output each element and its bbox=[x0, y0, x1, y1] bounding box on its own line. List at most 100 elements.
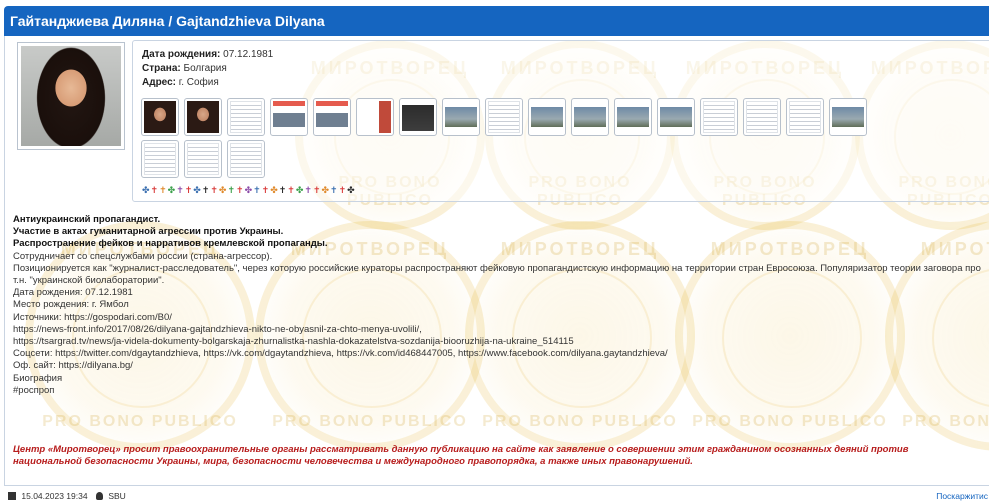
flag-icon: ✤ bbox=[270, 185, 278, 195]
description-line: Оф. сайт: https://dilyana.bg/ bbox=[13, 360, 133, 372]
page: Гайтанджиева Диляна / Gajtandzhieva Dily… bbox=[0, 0, 989, 504]
flag-icon: ✝ bbox=[210, 185, 218, 195]
page-title: Гайтанджиева Диляна / Gajtandzhieva Dily… bbox=[4, 6, 989, 36]
address-value: г. София bbox=[178, 77, 219, 88]
flag-icon: ✝ bbox=[278, 185, 287, 195]
flag-icon: ✝ bbox=[261, 185, 270, 195]
flag-icon: ✝ bbox=[253, 185, 261, 195]
gallery-thumbnail[interactable] bbox=[184, 98, 222, 136]
profile-photo[interactable] bbox=[17, 42, 125, 150]
thumbnail-image bbox=[359, 101, 391, 133]
watermark-bottom-text: PRO BONO PUBLICO bbox=[482, 413, 678, 430]
address-row: Адрес: г. София bbox=[142, 77, 219, 89]
thumbnail-gallery bbox=[141, 98, 989, 182]
gallery-thumbnail[interactable] bbox=[485, 98, 523, 136]
thumbnail-image bbox=[273, 101, 305, 133]
flag-icon: ✤ bbox=[244, 185, 253, 195]
complain-link[interactable]: Поскаржитис bbox=[936, 490, 988, 502]
gallery-thumbnail[interactable] bbox=[571, 98, 609, 136]
thumbnail-image bbox=[660, 101, 692, 133]
description-line: https://tsargrad.tv/news/ja-videla-dokum… bbox=[13, 336, 574, 348]
flag-icon: ✝ bbox=[236, 185, 244, 195]
gallery-thumbnail[interactable] bbox=[743, 98, 781, 136]
description-line: Место рождения: г. Ямбол bbox=[13, 299, 129, 311]
flag-icon: ✝ bbox=[201, 185, 210, 195]
flag-icon: ✤ bbox=[218, 185, 227, 195]
flag-icon: ✝ bbox=[150, 185, 159, 195]
flag-icon: ✝ bbox=[304, 185, 312, 195]
country-value: Болгария bbox=[183, 63, 227, 74]
birth-date-value: 07.12.1981 bbox=[223, 49, 274, 60]
profile-card: МИРОТВОРЕЦ PRO BONO PUBLICO МИРОТВОРЕЦ P… bbox=[4, 36, 989, 486]
flag-icon: ✝ bbox=[159, 185, 167, 195]
description-line: #роспроп bbox=[13, 384, 55, 396]
description-line: Участие в актах гуманитарной агрессии пр… bbox=[13, 226, 284, 238]
gallery-thumbnail[interactable] bbox=[657, 98, 695, 136]
flag-icon: ✝ bbox=[184, 185, 193, 195]
flag-icon: ✝ bbox=[176, 185, 184, 195]
birth-date-label: Дата рождения: bbox=[142, 49, 221, 60]
gallery-thumbnail[interactable] bbox=[528, 98, 566, 136]
thumbnail-image bbox=[187, 101, 219, 133]
thumbnail-image bbox=[832, 101, 864, 133]
post-author: SBU bbox=[108, 491, 126, 501]
thumbnail-image bbox=[531, 101, 563, 133]
thumbnail-image bbox=[402, 101, 434, 133]
flag-icon: ✤ bbox=[167, 185, 176, 195]
gallery-thumbnail[interactable] bbox=[614, 98, 652, 136]
description-line: https://news-front.info/2017/08/26/dilya… bbox=[13, 323, 422, 335]
thumbnail-image bbox=[316, 101, 348, 133]
watermark-bottom-text: PRO BONO PUBLICO bbox=[42, 413, 238, 430]
gallery-thumbnail[interactable] bbox=[227, 140, 265, 178]
gallery-thumbnail[interactable] bbox=[184, 140, 222, 178]
flag-icon: ✤ bbox=[142, 185, 150, 195]
gallery-thumbnail[interactable] bbox=[270, 98, 308, 136]
thumbnail-image bbox=[187, 143, 219, 175]
flag-icon: ✤ bbox=[193, 185, 201, 195]
gallery-thumbnail[interactable] bbox=[442, 98, 480, 136]
thumbnail-image bbox=[746, 101, 778, 133]
gallery-thumbnail[interactable] bbox=[399, 98, 437, 136]
gallery-thumbnail[interactable] bbox=[227, 98, 265, 136]
description-line: Источники: https://gospodari.com/B0/ bbox=[13, 311, 172, 323]
legal-notice: Центр «Миротворец» просит правоохранител… bbox=[13, 444, 909, 467]
description-line: Дата рождения: 07.12.1981 bbox=[13, 287, 133, 299]
post-datetime: 15.04.2023 19:34 bbox=[21, 491, 88, 501]
user-icon bbox=[95, 492, 103, 500]
flag-icon: ✤ bbox=[295, 185, 304, 195]
country-label: Страна: bbox=[142, 63, 181, 74]
gallery-thumbnail[interactable] bbox=[700, 98, 738, 136]
flag-icons-row: ✤✝✝✤✝✝✤✝✝✤✝✝✤✝✝✤✝✝✤✝✝✤✝✝✤ bbox=[142, 185, 356, 195]
profile-photo-image bbox=[21, 46, 121, 146]
description-line: Распространение фейков и нарративов крем… bbox=[13, 238, 328, 250]
thumbnail-image bbox=[144, 101, 176, 133]
flag-icon: ✤ bbox=[347, 185, 355, 195]
flag-icon: ✝ bbox=[330, 185, 338, 195]
flag-icon: ✝ bbox=[312, 185, 321, 195]
gallery-thumbnail[interactable] bbox=[356, 98, 394, 136]
description-line: Антиукраинский пропагандист. bbox=[13, 214, 161, 225]
flag-icon: ✝ bbox=[287, 185, 295, 195]
thumbnail-image bbox=[230, 143, 262, 175]
thumbnail-image bbox=[445, 101, 477, 133]
flag-icon: ✤ bbox=[321, 185, 330, 195]
footer: 15.04.2023 19:34 SBU Поскаржитис bbox=[8, 490, 988, 502]
description-line: Позиционируется как "журналист-расследов… bbox=[13, 262, 981, 287]
thumbnail-image bbox=[617, 101, 649, 133]
thumbnail-image bbox=[144, 143, 176, 175]
thumbnail-image bbox=[230, 101, 262, 133]
watermark-bottom-text: PRO BONO PUBLICO bbox=[692, 413, 888, 430]
flag-icon: ✝ bbox=[338, 185, 347, 195]
gallery-thumbnail[interactable] bbox=[829, 98, 867, 136]
gallery-thumbnail[interactable] bbox=[786, 98, 824, 136]
watermark-bottom-text: PRO BONO PUBLICO bbox=[902, 413, 989, 430]
watermark-bottom-text: PRO BONO PUBLICO bbox=[272, 413, 468, 430]
gallery-thumbnail[interactable] bbox=[141, 98, 179, 136]
thumbnail-image bbox=[789, 101, 821, 133]
thumbnail-image bbox=[574, 101, 606, 133]
calendar-icon bbox=[8, 492, 16, 500]
address-label: Адрес: bbox=[142, 77, 176, 88]
gallery-thumbnail[interactable] bbox=[313, 98, 351, 136]
gallery-thumbnail[interactable] bbox=[141, 140, 179, 178]
info-box: Дата рождения: 07.12.1981 Страна: Болгар… bbox=[132, 40, 989, 202]
